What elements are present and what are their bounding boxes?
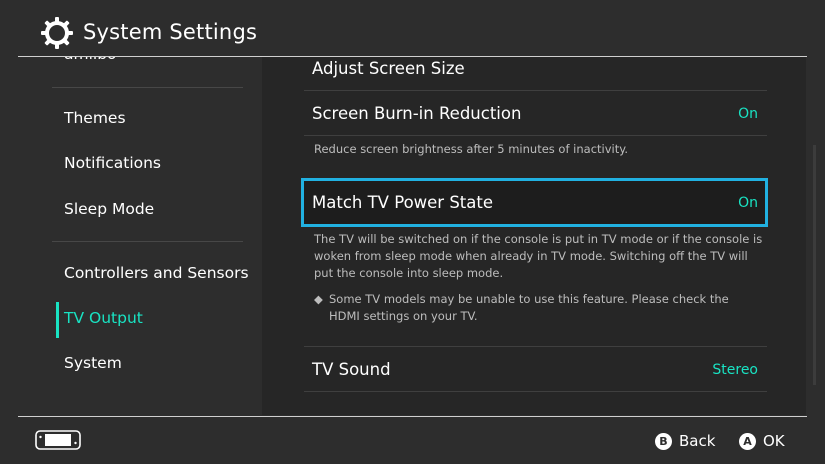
sidebar: amiibo Themes Notifications Sleep Mode C…: [0, 57, 262, 415]
sidebar-item-tv-output[interactable]: TV Output: [64, 309, 143, 327]
burn-in-description: Reduce screen brightness after 5 minutes…: [314, 142, 629, 156]
tv-sound-value: Stereo: [712, 362, 758, 378]
b-button-icon: B: [655, 432, 672, 450]
settings-panel: Adjust Screen Size Screen Burn-in Reduct…: [262, 57, 806, 415]
ok-label: OK: [763, 432, 785, 450]
back-label: Back: [679, 432, 716, 450]
adjust-screen-size-label[interactable]: Adjust Screen Size: [312, 59, 465, 78]
tv-sound-label[interactable]: TV Sound: [312, 360, 391, 379]
row-divider: [304, 391, 767, 392]
burn-in-reduction-label[interactable]: Screen Burn-in Reduction: [312, 104, 521, 123]
sidebar-item-notifications[interactable]: Notifications: [64, 154, 161, 172]
burn-in-reduction-value: On: [738, 106, 758, 122]
sidebar-item-sleep-mode[interactable]: Sleep Mode: [64, 200, 154, 218]
console-icon: [35, 430, 81, 450]
active-indicator: [56, 302, 59, 338]
row-divider: [304, 346, 767, 347]
note-text: Some TV models may be unable to use this…: [329, 292, 729, 323]
page-title: System Settings: [83, 20, 258, 44]
sidebar-item-amiibo[interactable]: amiibo: [64, 57, 117, 63]
sidebar-item-controllers[interactable]: Controllers and Sensors: [64, 264, 249, 282]
sidebar-divider: [52, 87, 243, 88]
sidebar-divider: [52, 241, 243, 242]
sidebar-item-themes[interactable]: Themes: [64, 109, 126, 127]
match-tv-power-value: On: [738, 195, 758, 211]
ok-button[interactable]: A OK: [739, 432, 785, 450]
back-button[interactable]: B Back: [655, 432, 715, 450]
match-tv-power-description: The TV will be switched on if the consol…: [314, 232, 763, 280]
row-divider: [304, 90, 767, 91]
header: System Settings: [0, 0, 825, 56]
footer: B Back A OK: [0, 417, 825, 464]
diamond-bullet-icon: ◆: [314, 292, 323, 306]
row-divider: [304, 135, 767, 136]
match-tv-power-label[interactable]: Match TV Power State: [312, 193, 493, 212]
gear-icon: [41, 17, 73, 49]
scrollbar[interactable]: [813, 145, 816, 385]
sidebar-item-system[interactable]: System: [64, 354, 122, 372]
a-button-icon: A: [739, 432, 756, 450]
